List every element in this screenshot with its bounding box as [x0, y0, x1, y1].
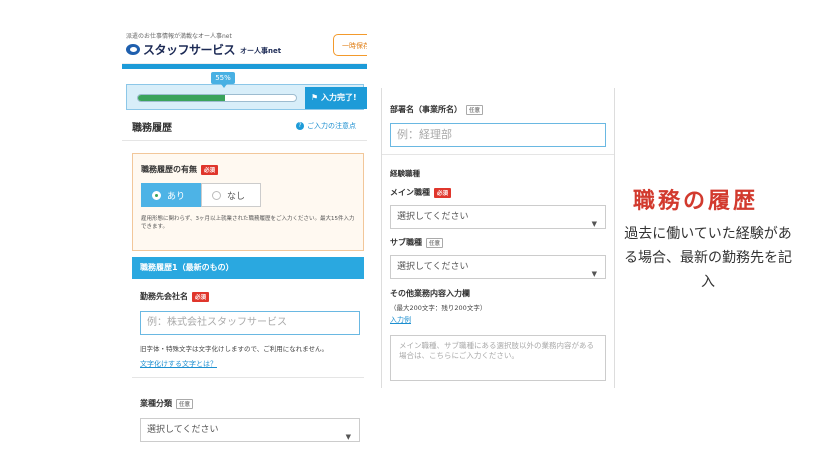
main-job-select-value: 選択してください: [397, 212, 469, 222]
sub-job-label-text: サブ職種: [390, 238, 422, 247]
company-field: 勤務先会社名 必須 例：株式会社スタッフサービス 旧字体・特殊文字は文字化けしま…: [140, 291, 360, 369]
chevron-down-icon: ▼: [345, 433, 351, 441]
other-duties-textarea[interactable]: メイン職種、サブ職種にある選択肢以外の業務内容がある場合は、こちらにご入力くださ…: [390, 335, 606, 381]
site-header: 派遣のお仕事情報が満載なオー人事net スタッフサービス オー人事net 一時保…: [122, 26, 367, 64]
optional-badge: 任意: [466, 104, 484, 115]
sub-job-select-value: 選択してください: [397, 262, 469, 272]
chevron-down-icon: ▼: [591, 270, 597, 278]
required-badge: 必須: [201, 164, 219, 175]
section-title: 職務履歴: [132, 123, 172, 134]
radio-option-yes-label: あり: [167, 191, 186, 202]
complete-input-button[interactable]: ⚑ 入力完了!: [305, 87, 367, 109]
main-job-label-text: メイン職種: [390, 188, 430, 197]
save-draft-button[interactable]: 一時保存: [333, 34, 367, 56]
experience-section: 経験職種 メイン職種 必須 選択してください ▼ サブ職種 任意 選択してくださ…: [390, 168, 606, 381]
progress-bar-container: ⚑ 入力完了!: [126, 84, 367, 110]
sub-job-select[interactable]: 選択してください ▼: [390, 255, 606, 279]
other-duties-label: その他業務内容入力欄: [390, 289, 470, 298]
logo-mark-icon: [126, 44, 140, 55]
progress-percent-badge: 55%: [211, 72, 235, 88]
optional-badge: 任意: [176, 398, 194, 409]
experience-heading: 経験職種: [390, 169, 420, 178]
garbled-chars-link[interactable]: 文字化けする文字とは？: [140, 359, 360, 369]
site-tagline: 派遣のお仕事情報が満載なオー人事net: [126, 33, 232, 40]
radio-selected-icon: [152, 190, 161, 200]
industry-select[interactable]: 選択してください ▼: [140, 418, 360, 442]
input-example-link[interactable]: 入力例: [390, 315, 606, 325]
field-divider: [132, 377, 364, 378]
stage: 派遣のお仕事情報が満載なオー人事net スタッフサービス オー人事net 一時保…: [0, 0, 835, 470]
radio-unselected-icon: [212, 190, 221, 200]
sub-job-label: サブ職種 任意: [390, 237, 606, 248]
progress-area: ⚑ 入力完了! 55%: [122, 69, 367, 110]
main-job-label: メイン職種 必須: [390, 187, 606, 198]
field-divider: [382, 154, 614, 155]
company-label-text: 勤務先会社名: [140, 292, 188, 301]
industry-label: 業種分類 任意: [140, 398, 360, 409]
section-header: 職務履歴 ? ご入力の注意点: [122, 111, 367, 141]
history-presence-card: 職務履歴の有無 必須 あり なし 雇用形態に関わらず、3ヶ月以上就業された職務履…: [132, 153, 364, 251]
company-char-note: 旧字体・特殊文字は文字化けしますので、ご利用になれません。: [140, 345, 329, 353]
radio-option-yes[interactable]: あり: [141, 183, 201, 207]
company-name-input[interactable]: 例：株式会社スタッフサービス: [140, 311, 360, 335]
optional-badge: 任意: [426, 237, 444, 248]
required-badge: 必須: [434, 187, 452, 198]
industry-field: 業種分類 任意 選択してください ▼: [140, 398, 360, 442]
industry-label-text: 業種分類: [140, 399, 172, 408]
logo-subtext: オー人事net: [240, 47, 282, 55]
history-presence-label: 職務履歴の有無 必須: [141, 164, 355, 175]
radio-option-no-label: なし: [227, 191, 246, 202]
radio-option-no[interactable]: なし: [201, 183, 261, 207]
site-logo[interactable]: スタッフサービス オー人事net: [126, 41, 281, 58]
main-job-select[interactable]: 選択してください ▼: [390, 205, 606, 229]
industry-select-value: 選択してください: [147, 425, 219, 435]
logo-text: スタッフサービス: [143, 43, 236, 57]
required-badge: 必須: [192, 291, 210, 302]
other-duties-limit: （最大200文字：残り200文字）: [390, 304, 487, 312]
history-presence-label-text: 職務履歴の有無: [141, 165, 197, 174]
history-presence-options: あり なし: [141, 183, 355, 207]
complete-input-label: 入力完了!: [320, 93, 357, 102]
company-label: 勤務先会社名 必須: [140, 291, 360, 302]
department-field: 部署名（事業所名） 任意 例：経理部: [390, 104, 606, 147]
department-input[interactable]: 例：経理部: [390, 123, 606, 147]
progress-track: [137, 94, 297, 102]
progress-fill: [138, 95, 225, 101]
department-label-text: 部署名（事業所名）: [390, 105, 462, 114]
form-screen-left: 派遣のお仕事情報が満載なオー人事net スタッフサービス オー人事net 一時保…: [122, 26, 367, 470]
input-notes-link[interactable]: ? ご入力の注意点: [296, 121, 356, 131]
question-icon: ?: [296, 122, 304, 130]
chevron-down-icon: ▼: [591, 220, 597, 228]
history-presence-note: 雇用形態に関わらず、3ヶ月以上就業された職務履歴をご入力ください。最大15件入力…: [141, 216, 355, 230]
department-label: 部署名（事業所名） 任意: [390, 104, 606, 115]
caption-body: 過去に働いていた経験がある場合、最新の勤務先を記入: [624, 226, 792, 290]
flag-icon: ⚑: [311, 93, 319, 102]
input-notes-label: ご入力の注意点: [307, 122, 356, 130]
caption-title: 職務の履歴: [633, 189, 759, 214]
form-screen-right: 部署名（事業所名） 任意 例：経理部 経験職種 メイン職種 必須 選択してくださ…: [381, 88, 615, 388]
history-item-header: 職務履歴1（最新のもの）: [132, 257, 364, 279]
